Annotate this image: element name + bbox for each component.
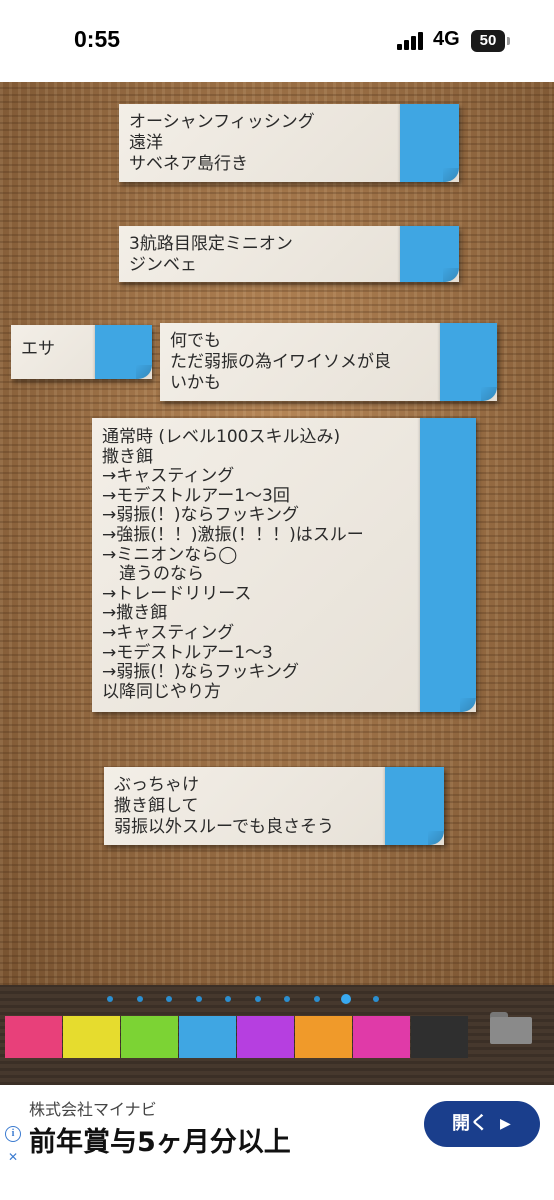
page-dot[interactable] [225,996,231,1002]
color-swatch[interactable] [5,1016,62,1058]
sticky-note[interactable]: 何でも ただ弱振の為イワイソメが良 いかも [160,323,497,401]
network-type: 4G [433,28,460,50]
folder-icon[interactable] [490,1012,532,1044]
open-button[interactable]: 開く ▶ [424,1101,540,1147]
note-text: 通常時 (レベル100スキル込み) 撒き餌 →キャスティング →モデストルアー1… [102,427,364,702]
page-indicator[interactable] [0,994,554,1004]
sticky-note[interactable]: 3航路目限定ミニオン ジンベェ [119,226,459,282]
page-dot[interactable] [313,996,320,1002]
page-dot[interactable] [372,996,379,1002]
sticky-note[interactable]: エサ [11,325,152,379]
sticky-note[interactable]: ぶっちゃけ 撒き餌して 弱振以外スルーでも良さそう [104,767,444,845]
sticky-note[interactable]: オーシャンフィッシング 遠洋 サベネア島行き [119,104,459,182]
color-swatch[interactable] [179,1016,236,1058]
open-button-label: 開く [452,1113,488,1134]
color-swatch[interactable] [63,1016,120,1058]
note-tab[interactable] [440,323,497,401]
color-swatch[interactable] [353,1016,410,1058]
note-tab[interactable] [385,767,444,845]
page-dot[interactable] [136,996,143,1002]
play-arrow-icon: ▶ [500,1116,511,1132]
color-swatch[interactable] [411,1016,468,1058]
page-dot[interactable] [341,994,351,1004]
color-swatch[interactable] [237,1016,294,1058]
sticky-note[interactable]: 通常時 (レベル100スキル込み) 撒き餌 →キャスティング →モデストルアー1… [92,418,476,712]
page-dot[interactable] [195,996,202,1002]
color-swatch[interactable] [121,1016,178,1058]
note-tab[interactable] [420,418,476,712]
page-dot[interactable] [284,996,290,1002]
color-swatch[interactable] [295,1016,352,1058]
page-dot[interactable] [166,996,172,1002]
folder-icon-body [490,1017,532,1044]
close-icon[interactable]: ✕ [8,1150,18,1164]
battery-icon: 50 [471,30,505,52]
status-time: 0:55 [74,26,121,52]
note-tab[interactable] [95,325,152,379]
battery-tip [507,37,510,45]
ad-headline: 前年賞与5ヶ月分以上 [29,1127,291,1158]
info-icon[interactable]: i [5,1126,21,1142]
page-dot[interactable] [254,996,261,1002]
status-bar: 0:55 4G 50 [0,0,554,82]
ad-company: 株式会社マイナビ [29,1100,157,1119]
note-tab[interactable] [400,104,459,182]
page-dot[interactable] [107,996,113,1002]
note-tab[interactable] [400,226,459,282]
